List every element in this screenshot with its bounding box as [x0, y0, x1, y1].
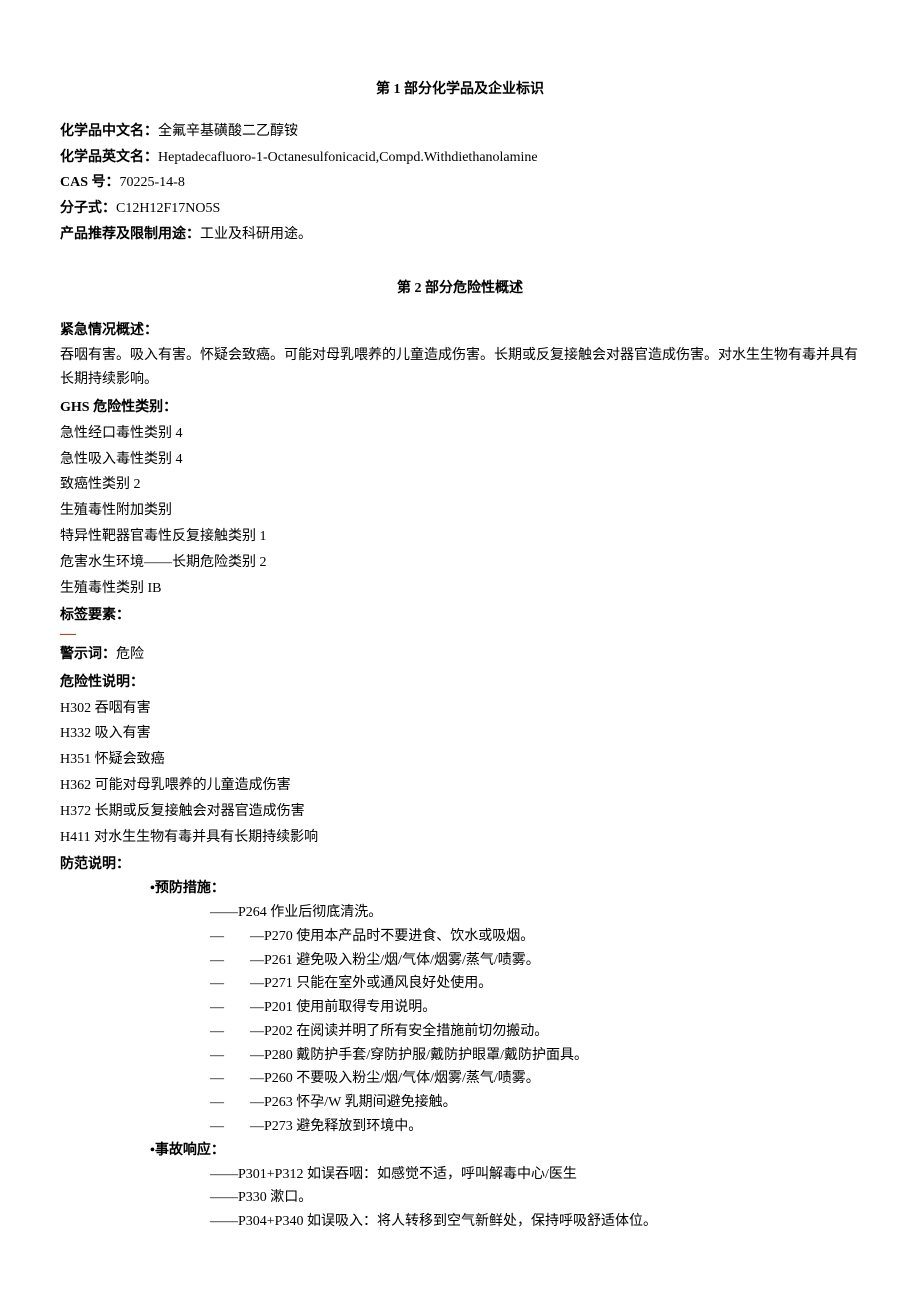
- name-cn-label: 化学品中文名：: [60, 124, 158, 139]
- section-2-heading: 第 2 部分危险性概述: [60, 277, 860, 301]
- prevention-item: ——P271 只能在室外或通风良好处使用。: [210, 972, 860, 996]
- ghs-item: 生殖毒性类别 IB: [60, 577, 860, 601]
- ghs-label: GHS 危险性类别：: [60, 396, 860, 420]
- prevention-item: ——P261 避免吸入粉尘/烟/气体/烟雾/蒸气/啧雾。: [210, 949, 860, 973]
- prevention-item: ——P280 戴防护手套/穿防护服/戴防护眼罩/戴防护面具。: [210, 1044, 860, 1068]
- prevention-text: —P263 怀孕/W 乳期间避免接触。: [250, 1095, 457, 1110]
- prevention-item: ——P201 使用前取得专用说明。: [210, 996, 860, 1020]
- dash-sep: —: [210, 949, 250, 973]
- prevention-text: —P260 不要吸入粉尘/烟/气体/烟雾/蒸气/啧雾。: [250, 1071, 540, 1086]
- dash-sep: —: [210, 996, 250, 1020]
- use-value: 工业及科研用途。: [200, 227, 312, 242]
- prevention-item: ——P264 作业后彻底清洗。: [210, 901, 860, 925]
- prevention-text: —P201 使用前取得专用说明。: [250, 1000, 436, 1015]
- ghs-item: 急性吸入毒性类别 4: [60, 448, 860, 472]
- signal-line: 警示词：危险: [60, 643, 860, 667]
- prevention-item: ——P270 使用本产品时不要进食、饮水或吸烟。: [210, 925, 860, 949]
- name-en-label: 化学品英文名：: [60, 150, 158, 165]
- ghs-item: 生殖毒性附加类别: [60, 499, 860, 523]
- ghs-item: 致癌性类别 2: [60, 473, 860, 497]
- dash-sep: —: [210, 1020, 250, 1044]
- prevention-item: ——P263 怀孕/W 乳期间避免接触。: [210, 1091, 860, 1115]
- response-head: •事故响应：: [150, 1139, 860, 1163]
- pictogram-placeholder: —: [60, 628, 860, 641]
- hazard-item: H411 对水生生物有毒并具有长期持续影响: [60, 826, 860, 850]
- name-en-value: Heptadecafluoro-1-Octanesulfonicacid,Com…: [158, 150, 538, 165]
- cas-value: 70225-14-8: [120, 175, 185, 190]
- name-cn-line: 化学品中文名：全氟辛基磺酸二乙醇铵: [60, 120, 860, 144]
- hazard-item: H362 可能对母乳喂养的儿童造成伤害: [60, 774, 860, 798]
- dash-sep: —: [210, 1115, 250, 1139]
- dash-sep: —: [210, 1091, 250, 1115]
- response-item: ——P304+P340 如误吸入：将人转移到空气新鲜处，保持呼吸舒适体位。: [210, 1210, 860, 1234]
- signal-value: 危险: [116, 647, 144, 662]
- ghs-item: 特异性靶器官毒性反复接触类别 1: [60, 525, 860, 549]
- cas-label: CAS 号：: [60, 175, 120, 190]
- prevention-item: ——P202 在阅读并明了所有安全措施前切勿搬动。: [210, 1020, 860, 1044]
- dash-sep: —: [210, 1067, 250, 1091]
- cas-line: CAS 号：70225-14-8: [60, 171, 860, 195]
- hazard-label: 危险性说明：: [60, 671, 860, 695]
- precaution-label: 防范说明：: [60, 853, 860, 877]
- ghs-item: 急性经口毒性类别 4: [60, 422, 860, 446]
- hazard-item: H332 吸入有害: [60, 722, 860, 746]
- formula-value: C12H12F17NO5S: [116, 201, 220, 216]
- dash-sep: —: [210, 925, 250, 949]
- formula-label: 分子式：: [60, 201, 116, 216]
- prevention-head: •预防措施：: [150, 877, 860, 901]
- hazard-item: H372 长期或反复接触会对器官造成伤害: [60, 800, 860, 824]
- prevention-text: —P261 避免吸入粉尘/烟/气体/烟雾/蒸气/啧雾。: [250, 953, 540, 968]
- hazard-item: H302 吞咽有害: [60, 697, 860, 721]
- name-cn-value: 全氟辛基磺酸二乙醇铵: [158, 124, 298, 139]
- dash-sep: —: [210, 1044, 250, 1068]
- hazard-item: H351 怀疑会致癌: [60, 748, 860, 772]
- ghs-item: 危害水生环境——长期危险类别 2: [60, 551, 860, 575]
- prevention-item: ——P260 不要吸入粉尘/烟/气体/烟雾/蒸气/啧雾。: [210, 1067, 860, 1091]
- prevention-text: —P273 避免释放到环境中。: [250, 1119, 422, 1134]
- use-label: 产品推荐及限制用途：: [60, 227, 200, 242]
- emergency-text: 吞咽有害。吸入有害。怀疑会致癌。可能对母乳喂养的儿童造成伤害。长期或反复接触会对…: [60, 344, 860, 392]
- use-line: 产品推荐及限制用途：工业及科研用途。: [60, 223, 860, 247]
- response-item: ——P301+P312 如误吞咽：如感觉不适，呼叫解毒中心/医生: [210, 1163, 860, 1187]
- label-elements-label: 标签要素：: [60, 604, 860, 628]
- prevention-text: —P202 在阅读并明了所有安全措施前切勿搬动。: [250, 1024, 548, 1039]
- formula-line: 分子式：C12H12F17NO5S: [60, 197, 860, 221]
- dash-sep: —: [210, 972, 250, 996]
- name-en-line: 化学品英文名：Heptadecafluoro-1-Octanesulfonica…: [60, 146, 860, 170]
- prevention-text: —P270 使用本产品时不要进食、饮水或吸烟。: [250, 929, 534, 944]
- prevention-item: ——P273 避免释放到环境中。: [210, 1115, 860, 1139]
- signal-label: 警示词：: [60, 647, 116, 662]
- emergency-label: 紧急情况概述：: [60, 319, 860, 343]
- response-item: ——P330 漱口。: [210, 1186, 860, 1210]
- section-1-heading: 第 1 部分化学品及企业标识: [60, 78, 860, 102]
- prevention-text: —P271 只能在室外或通风良好处使用。: [250, 976, 492, 991]
- prevention-text: —P280 戴防护手套/穿防护服/戴防护眼罩/戴防护面具。: [250, 1048, 588, 1063]
